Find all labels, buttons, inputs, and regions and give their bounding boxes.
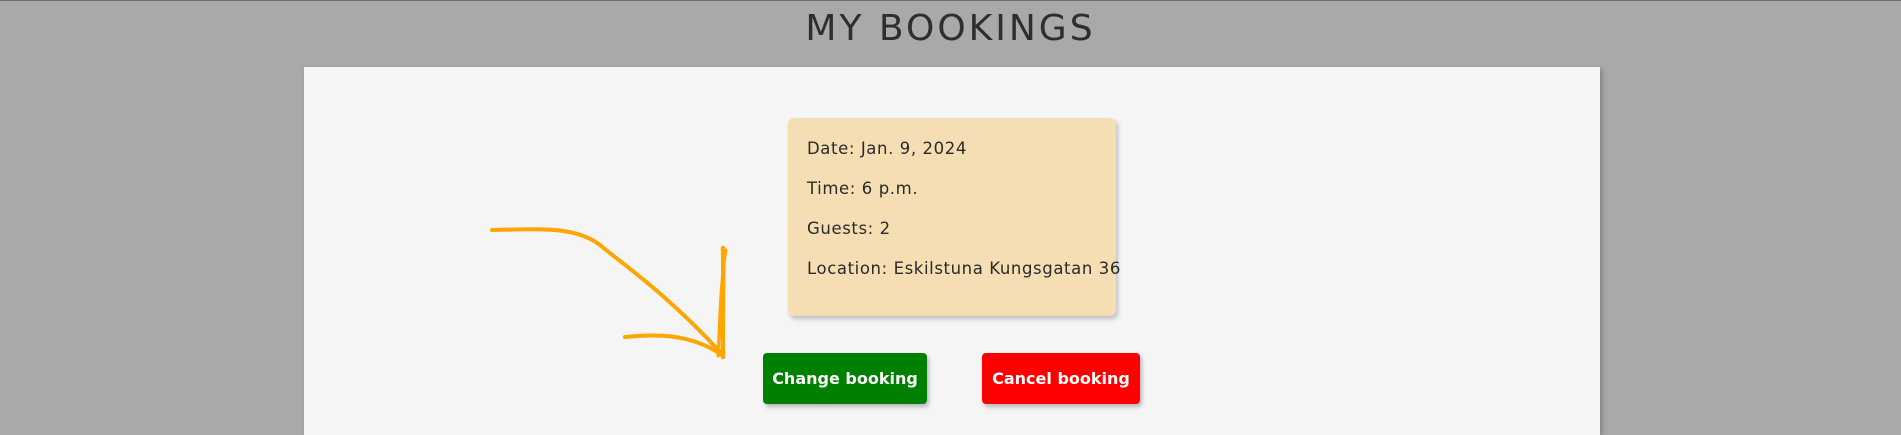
change-booking-button[interactable]: Change booking <box>763 353 927 404</box>
booking-location: Location: Eskilstuna Kungsgatan 36 <box>807 259 1121 278</box>
booking-time: Time: 6 p.m. <box>807 179 919 198</box>
booking-date: Date: Jan. 9, 2024 <box>807 139 967 158</box>
booking-guests: Guests: 2 <box>807 219 891 238</box>
page-title: MY BOOKINGS <box>805 8 1096 49</box>
booking-card: Date: Jan. 9, 2024 Time: 6 p.m. Guests: … <box>788 118 1120 316</box>
top-border <box>0 0 1901 1</box>
cancel-booking-button[interactable]: Cancel booking <box>982 353 1140 404</box>
